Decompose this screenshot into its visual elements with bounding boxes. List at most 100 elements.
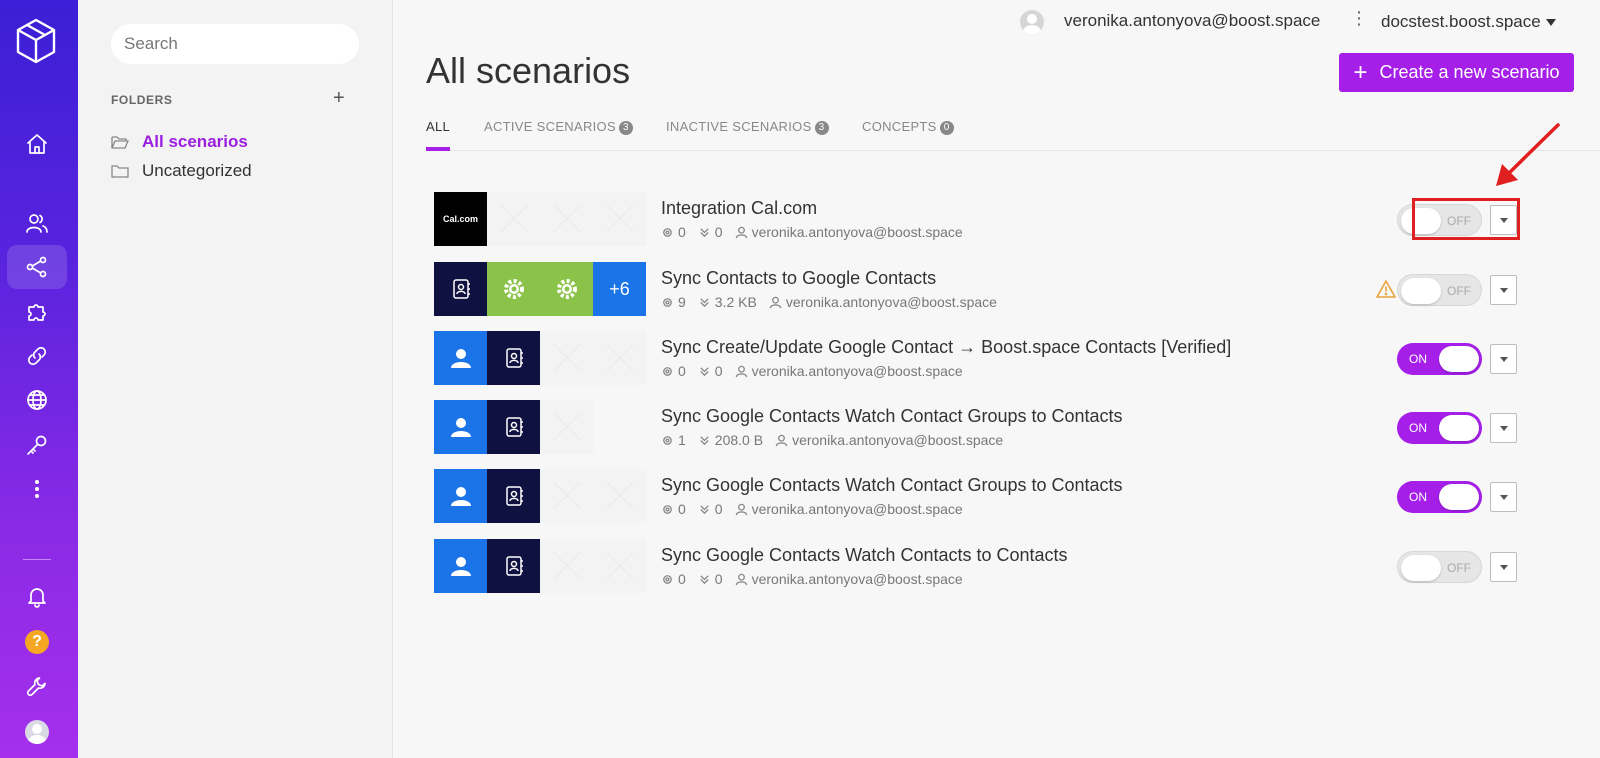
empty-module-slot: [593, 192, 646, 246]
user-menu-kebab-icon[interactable]: ⋮: [1350, 8, 1368, 29]
empty-module-slot: [540, 469, 593, 523]
data-transfer-icon: [700, 504, 709, 514]
tab-count-badge: 0: [939, 121, 954, 135]
user-email[interactable]: veronika.antonyova@boost.space: [1064, 11, 1320, 31]
nav-connections[interactable]: [7, 334, 67, 378]
avatar-icon: [25, 720, 49, 744]
scenario-name[interactable]: Sync Google Contacts Watch Contact Group…: [661, 475, 1123, 496]
scenario-options-dropdown[interactable]: [1490, 275, 1517, 305]
scenario-row[interactable]: Sync Google Contacts Watch Contacts to C…: [434, 539, 1554, 593]
scenario-row[interactable]: +6 Sync Contacts to Google Contacts 9 3.…: [434, 262, 1554, 316]
data-transfer: 3.2 KB: [714, 294, 757, 310]
bell-icon: [28, 588, 46, 608]
tab-label: INACTIVE SCENARIOS: [666, 119, 812, 134]
owner-email: veronika.antonyova@boost.space: [751, 571, 963, 587]
nav-profile[interactable]: [7, 710, 67, 754]
scenario-toggle[interactable]: ON: [1397, 343, 1482, 375]
warning-icon[interactable]: [1376, 279, 1396, 299]
scenario-options-dropdown[interactable]: [1490, 344, 1517, 374]
toggle-label: ON: [1409, 421, 1427, 435]
operations-icon: [663, 227, 672, 237]
scenario-row[interactable]: Sync Create/Update Google Contact → Boos…: [434, 331, 1554, 385]
folder-uncategorized[interactable]: Uncategorized: [111, 159, 252, 183]
tab-label: ACTIVE SCENARIOS: [484, 119, 616, 134]
nav-webhooks[interactable]: [7, 378, 67, 422]
create-scenario-label: Create a new scenario: [1379, 62, 1560, 82]
scenario-options-dropdown[interactable]: [1490, 482, 1517, 512]
operations-icon: [663, 366, 672, 376]
nav-more[interactable]: [7, 467, 67, 511]
nav-keys[interactable]: [7, 423, 67, 467]
empty-module-slot: [540, 400, 593, 454]
toggle-label: ON: [1409, 352, 1427, 366]
scenarios-icon: [26, 256, 47, 278]
help-icon: ?: [25, 630, 49, 654]
scenario-toggle[interactable]: OFF: [1397, 274, 1482, 306]
tab-active-scenarios[interactable]: ACTIVE SCENARIOS 3: [484, 119, 633, 151]
scenario-options-dropdown[interactable]: [1490, 552, 1517, 582]
operations-count: 0: [678, 501, 686, 517]
scenario-name[interactable]: Integration Cal.com: [661, 198, 817, 219]
add-folder-button[interactable]: +: [333, 88, 345, 108]
scenario-row[interactable]: Sync Google Contacts Watch Contact Group…: [434, 400, 1554, 454]
folder-label: Uncategorized: [142, 161, 252, 180]
operations-icon: [663, 297, 672, 307]
scenario-meta: 0 0 veronika.antonyova@boost.space: [661, 571, 963, 587]
highlight-box: [1412, 198, 1520, 240]
data-transfer-icon: [700, 574, 709, 584]
toggle-label: ON: [1409, 490, 1427, 504]
tab-label: CONCEPTS: [862, 119, 937, 134]
nav-settings[interactable]: [7, 664, 67, 708]
scenario-meta: 0 0 veronika.antonyova@boost.space: [661, 363, 963, 379]
owner-email: veronika.antonyova@boost.space: [751, 224, 963, 240]
folder-sidebar: FOLDERS + All scenarios Uncategorized: [78, 0, 393, 758]
scenario-name[interactable]: Sync Contacts to Google Contacts: [661, 268, 936, 289]
scenario-toggle[interactable]: ON: [1397, 412, 1482, 444]
data-transfer: 0: [714, 363, 723, 379]
empty-module-slot: [593, 469, 646, 523]
tab-concepts[interactable]: CONCEPTS 0: [862, 119, 954, 151]
organization-switcher[interactable]: docstest.boost.space: [1381, 12, 1556, 32]
operations-count: 9: [678, 294, 686, 310]
owner-email: veronika.antonyova@boost.space: [792, 432, 1004, 448]
toggle-label: OFF: [1447, 284, 1471, 298]
data-transfer-icon: [700, 435, 709, 445]
tools-module-icon: [540, 262, 593, 316]
module-thumbnails: Cal.com: [434, 192, 646, 246]
scenario-name[interactable]: Sync Google Contacts Watch Contact Group…: [661, 406, 1123, 427]
create-scenario-button[interactable]: + Create a new scenario: [1339, 53, 1574, 92]
empty-module-slot: [540, 539, 593, 593]
user-avatar[interactable]: [1020, 10, 1044, 34]
operations-count: 0: [678, 363, 686, 379]
folder-all-scenarios[interactable]: All scenarios: [111, 130, 248, 154]
user-icon: [735, 573, 747, 585]
tools-module-icon: [487, 262, 540, 316]
boost-space-logo-icon[interactable]: [15, 18, 57, 64]
google-contacts-module-icon: [434, 539, 487, 593]
scenario-toggle[interactable]: OFF: [1397, 551, 1482, 583]
toggle-knob: [1401, 555, 1441, 581]
search-input[interactable]: [111, 24, 359, 64]
tab-all[interactable]: ALL: [426, 119, 451, 151]
data-transfer-icon: [700, 366, 709, 376]
scenario-row[interactable]: Sync Google Contacts Watch Contact Group…: [434, 469, 1554, 523]
scenario-name[interactable]: Sync Google Contacts Watch Contacts to C…: [661, 545, 1068, 566]
data-transfer: 0: [714, 501, 723, 517]
scenario-toggle[interactable]: ON: [1397, 481, 1482, 513]
nav-home[interactable]: [7, 122, 67, 166]
user-icon: [775, 434, 788, 446]
contacts-module-icon: [487, 331, 540, 385]
nav-help[interactable]: ?: [7, 620, 67, 664]
nav-scenarios[interactable]: [7, 245, 67, 289]
scenario-options-dropdown[interactable]: [1490, 413, 1517, 443]
user-icon: [735, 503, 747, 515]
tab-inactive-scenarios[interactable]: INACTIVE SCENARIOS 3: [666, 119, 829, 151]
google-contacts-module-icon: [434, 331, 487, 385]
toggle-knob: [1439, 346, 1479, 372]
nav-team[interactable]: [7, 201, 67, 245]
scenario-name[interactable]: Sync Create/Update Google Contact → Boos…: [661, 337, 1231, 358]
scenario-row[interactable]: Cal.com Integration Cal.com 0 0 veronika…: [434, 192, 1554, 246]
nav-templates[interactable]: [7, 289, 67, 333]
contacts-module-icon: [434, 262, 487, 316]
nav-notifications[interactable]: [7, 574, 67, 618]
